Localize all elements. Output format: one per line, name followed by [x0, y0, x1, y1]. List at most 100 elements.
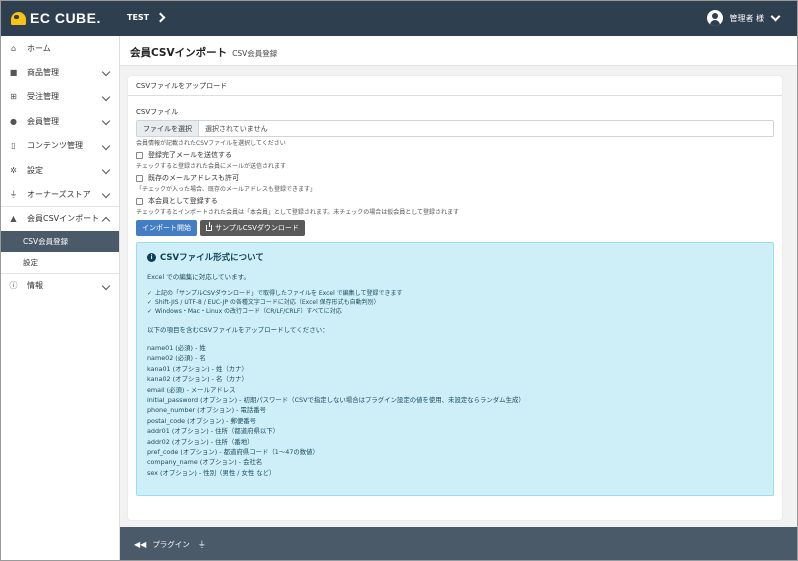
chevron-right-icon [155, 12, 166, 23]
document-icon: ▯ [11, 141, 16, 151]
sidebar-item-label: オーナーズストア [27, 189, 91, 199]
upload-card: CSVファイルをアップロード CSVファイル ファイルを選択 選択されていません… [128, 76, 782, 520]
sample-csv-download-button[interactable]: サンプルCSVダウンロード [200, 220, 305, 236]
back-icon[interactable]: ◀◀ [134, 540, 146, 549]
logo-mark-icon [11, 11, 26, 25]
chevron-down-icon [770, 11, 781, 22]
sidebar-item-label: 受注管理 [27, 92, 59, 102]
chevron-down-icon [101, 165, 111, 175]
sidebar-item-orders[interactable]: ⊞ 受注管理 [1, 85, 119, 109]
register-as-member-checkbox[interactable]: 本会員として登録する [136, 196, 774, 206]
column-item: name01 (必須) - 姓 [147, 344, 206, 352]
checkbox-box[interactable] [136, 174, 143, 182]
file-label: CSVファイル [136, 108, 179, 116]
footer-bar: ◀◀ プラグイン ⏚ [120, 527, 797, 560]
chevron-down-icon [101, 68, 111, 77]
sidebar-item-contents[interactable]: ▯ コンテンツ管理 [1, 134, 119, 158]
send-mail-checkbox[interactable]: 登録完了メールを送信する [136, 150, 774, 160]
info-intro: Excel での編集に対応しています。 [147, 273, 250, 281]
column-list: name01 (必須) - 姓 name02 (必須) - 名 kana01 (… [147, 343, 763, 478]
plugin-link[interactable]: プラグイン [152, 539, 190, 550]
sidebar: ⌂ ホーム ■ 商品管理 ⊞ 受注管理 ● 会員管理 ▯ コンテンツ管理 ✲ 設… [1, 36, 120, 560]
column-item: email (必須) - メールアドレス [147, 385, 236, 394]
shop-link[interactable]: TEST [127, 12, 166, 23]
feature-item: Shift-JIS / UTF-8 / EUC-JP の各種文字コードに対応（E… [147, 298, 763, 307]
user-upload-icon: ▲ [10, 214, 17, 224]
column-item: addr01 (オプション) - 住所（都道府県以下） [147, 427, 280, 436]
checkbox-box[interactable] [136, 151, 143, 159]
home-icon: ⌂ [10, 43, 17, 53]
allow-existing-email-checkbox[interactable]: 既存のメールアドレスも許可 [136, 173, 774, 183]
sidebar-item-settings[interactable]: ✲ 設定 [1, 158, 119, 182]
page-title: 会員CSVインポート [130, 47, 228, 59]
users-icon: ● [10, 116, 17, 126]
csv-format-info-box: i CSVファイル形式について Excel での編集に対応しています。 上記の「… [136, 242, 774, 496]
check3-help-text: チェックするとインポートされた会員は「本会員」として登録されます。未チェックの場… [136, 209, 460, 216]
sidebar-item-info[interactable]: ⓘ 情報 [1, 273, 119, 297]
chevron-up-icon [101, 216, 111, 225]
csv-file-input[interactable]: ファイルを選択 選択されていません [136, 120, 774, 137]
column-item: kana01 (オプション) - 姓（カナ） [147, 364, 248, 373]
sidebar-item-customers[interactable]: ● 会員管理 [1, 109, 119, 133]
sidebar-item-customer-csv-import[interactable]: ▲ 会員CSVインポート [1, 207, 119, 231]
info-icon: ⓘ [9, 281, 18, 291]
columns-intro: 以下の項目を含むCSVファイルをアップロードしてください： [147, 326, 329, 334]
ec-cube-logo[interactable]: EC CUBE. [11, 9, 101, 27]
info-icon: i [147, 252, 156, 262]
feature-item: 上記の「サンプルCSVダウンロード」で取得したファイルを Excel で編集して… [147, 289, 763, 298]
user-avatar-icon [707, 10, 724, 26]
column-item: sex (オプション) - 性別（男性 / 女性 など） [147, 468, 276, 477]
import-start-button[interactable]: インポート開始 [136, 220, 197, 236]
checkbox-box[interactable] [136, 197, 143, 205]
sidebar-item-label: 情報 [27, 281, 43, 291]
checkbox-label: 登録完了メールを送信する [148, 151, 232, 159]
chevron-down-icon [101, 190, 111, 199]
sidebar-item-label: 会員管理 [27, 116, 59, 126]
download-icon [206, 222, 212, 231]
column-item: name02 (必須) - 名 [147, 354, 206, 363]
column-item: initial_password (オプション) - 初期パスワード（CSVで指… [147, 396, 525, 405]
sample-button-label: サンプルCSVダウンロード [215, 224, 299, 232]
sidebar-item-label: 会員CSVインポート [27, 214, 100, 224]
user-menu[interactable]: 管理者 様 [707, 10, 781, 26]
card-body: CSVファイル ファイルを選択 選択されていません 会員情報が記載されたCSVフ… [128, 96, 782, 496]
chevron-down-icon [101, 281, 111, 291]
feature-item: Windows・Mac・Linux の改行コード（CR/LF/CRLF）すべてに… [147, 307, 763, 316]
sidebar-item-label: ホーム [27, 43, 51, 53]
sidebar-item-label: コンテンツ管理 [27, 141, 83, 151]
sidebar-item-products[interactable]: ■ 商品管理 [1, 60, 119, 84]
feature-list: 上記の「サンプルCSVダウンロード」で取得したファイルを Excel で編集して… [147, 289, 763, 316]
button-row: インポート開始 サンプルCSVダウンロード [136, 220, 774, 236]
info-title-text: CSVファイル形式について [160, 253, 264, 263]
sidebar-subitem-settings[interactable]: 設定 [1, 252, 119, 273]
shop-name: TEST [127, 13, 150, 22]
column-item: pref_code (オプション) - 都道府県コード（1〜47の数値） [147, 448, 319, 457]
sidebar-subitem-csv-register[interactable]: CSV会員登録 [1, 231, 119, 253]
choose-file-button[interactable]: ファイルを選択 [137, 121, 199, 136]
checkbox-label: 既存のメールアドレスも許可 [148, 174, 239, 182]
sidebar-item-home[interactable]: ⌂ ホーム [1, 36, 119, 60]
check1-help-text: チェックすると登録された会員にメールが送信されます [136, 163, 287, 170]
chevron-down-icon [101, 92, 111, 102]
page-subtitle: CSV会員登録 [232, 49, 278, 58]
gear-icon: ✲ [10, 165, 17, 175]
chevron-down-icon [101, 116, 111, 126]
page-header: 会員CSVインポート CSV会員登録 [120, 36, 797, 66]
main-content: 会員CSVインポート CSV会員登録 CSVファイルをアップロード CSVファイ… [120, 36, 797, 560]
sidebar-item-owners-store[interactable]: ⏚ オーナーズストア [1, 182, 119, 207]
chevron-down-icon [101, 141, 111, 150]
app-window: EC CUBE. TEST 管理者 様 ⌂ ホーム ■ 商品管理 ⊞ 受注管理 … [0, 0, 798, 561]
info-title: i CSVファイル形式について [147, 251, 763, 263]
checkbox-label: 本会員として登録する [148, 197, 218, 205]
box-icon: ■ [9, 68, 18, 78]
top-header: EC CUBE. TEST 管理者 様 [1, 1, 797, 36]
column-item: kana02 (オプション) - 名（カナ） [147, 375, 248, 384]
card-title: CSVファイルをアップロード [128, 76, 782, 96]
user-name: 管理者 様 [729, 13, 764, 23]
file-status: 選択されていません [205, 124, 268, 133]
sidebar-item-label: 設定 [27, 165, 43, 175]
column-item: addr02 (オプション) - 住所（番地） [147, 437, 254, 446]
column-item: company_name (オプション) - 会社名 [147, 458, 263, 467]
cart-icon: ⊞ [10, 92, 17, 102]
plug-icon: ⏚ [9, 189, 18, 199]
